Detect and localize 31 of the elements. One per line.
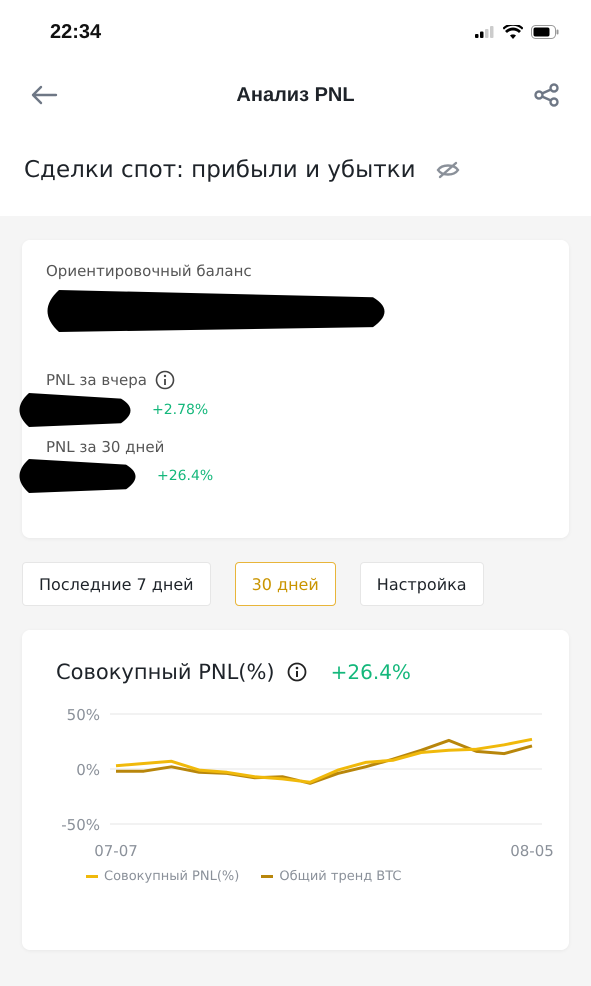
- battery-icon: [531, 25, 559, 39]
- field-label: PNL за вчера: [46, 371, 147, 389]
- legend-swatch: [86, 875, 98, 878]
- hide-balance-button[interactable]: [436, 160, 460, 180]
- chart-title: Совокупный PNL(%): [56, 660, 275, 684]
- back-arrow-icon: [30, 85, 58, 105]
- page-title: Анализ PNL: [236, 84, 355, 106]
- period-tab[interactable]: Последние 7 дней: [22, 562, 211, 606]
- signal-icon: [475, 26, 495, 38]
- eye-hidden-icon: [436, 160, 460, 180]
- axis-tick-label: 08-05: [510, 842, 554, 860]
- axis-tick-label: 50%: [66, 706, 100, 724]
- status-time: 22:34: [50, 20, 102, 44]
- percent-change: +2.78%: [152, 402, 208, 418]
- field-label: PNL за 30 дней: [46, 438, 164, 456]
- axis-tick-label: -50%: [61, 816, 100, 834]
- section-title: Сделки спот: прибыли и убытки: [24, 157, 416, 183]
- share-button[interactable]: [533, 83, 561, 107]
- period-tab[interactable]: Настройка: [360, 562, 484, 606]
- info-icon: [286, 662, 307, 682]
- field-label: Ориентировочный баланс: [46, 262, 252, 280]
- share-icon: [533, 83, 561, 107]
- axis-tick-label: 07-07: [94, 842, 138, 860]
- back-button[interactable]: [30, 85, 58, 105]
- percent-change: +26.4%: [330, 660, 411, 684]
- wifi-icon: [503, 24, 523, 40]
- legend-swatch: [261, 875, 274, 878]
- axis-tick-label: 0%: [76, 761, 100, 779]
- percent-change: +26.4%: [157, 468, 214, 484]
- legend-label: Общий тренд BTC: [279, 869, 402, 884]
- legend-label: Совокупный PNL(%): [104, 869, 240, 884]
